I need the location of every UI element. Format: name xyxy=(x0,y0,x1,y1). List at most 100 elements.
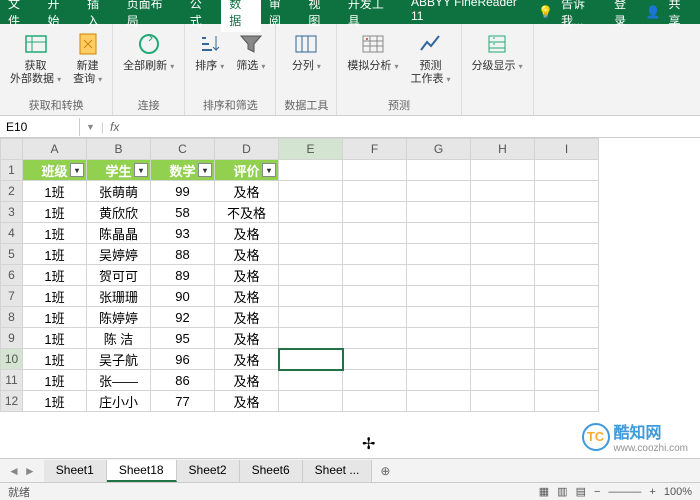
cell-B12[interactable]: 庄小小 xyxy=(87,391,151,412)
cell-C3[interactable]: 58 xyxy=(151,202,215,223)
cell[interactable] xyxy=(343,160,407,181)
cell-H8[interactable] xyxy=(471,307,535,328)
cell-F3[interactable] xyxy=(343,202,407,223)
dropdown-icon[interactable]: ▼ xyxy=(86,122,95,132)
cell-A10[interactable]: 1班 xyxy=(23,349,87,370)
cell-B4[interactable]: 陈晶晶 xyxy=(87,223,151,244)
filter-dropdown-icon[interactable]: ▾ xyxy=(262,163,276,177)
cell-C4[interactable]: 93 xyxy=(151,223,215,244)
cell[interactable] xyxy=(407,160,471,181)
row-header-3[interactable]: 3 xyxy=(1,202,23,223)
ribbon-btn-排序[interactable]: 排序 ▾ xyxy=(193,28,226,75)
fx-icon[interactable]: fx xyxy=(110,120,119,134)
sheet-tab-Sheet18[interactable]: Sheet18 xyxy=(107,460,177,482)
sheet-tab-Sheet ...[interactable]: Sheet ... xyxy=(303,460,373,482)
row-header-8[interactable]: 8 xyxy=(1,307,23,328)
cell-E6[interactable] xyxy=(279,265,343,286)
cell-E10[interactable] xyxy=(279,349,343,370)
cell[interactable] xyxy=(471,160,535,181)
cell-E9[interactable] xyxy=(279,328,343,349)
cell-E12[interactable] xyxy=(279,391,343,412)
cell-C11[interactable]: 86 xyxy=(151,370,215,391)
cell-G2[interactable] xyxy=(407,181,471,202)
cell-D6[interactable]: 及格 xyxy=(215,265,279,286)
row-header-12[interactable]: 12 xyxy=(1,391,23,412)
zoom-out-icon[interactable]: − xyxy=(594,486,600,498)
cell-F4[interactable] xyxy=(343,223,407,244)
cell-D7[interactable]: 及格 xyxy=(215,286,279,307)
cell-H3[interactable] xyxy=(471,202,535,223)
ribbon-btn-模拟分析[interactable]: 模拟分析 ▾ xyxy=(345,28,400,75)
cell-E4[interactable] xyxy=(279,223,343,244)
cell-F11[interactable] xyxy=(343,370,407,391)
cell-E7[interactable] xyxy=(279,286,343,307)
row-header-7[interactable]: 7 xyxy=(1,286,23,307)
cell-C12[interactable]: 77 xyxy=(151,391,215,412)
cell-F7[interactable] xyxy=(343,286,407,307)
cell-G5[interactable] xyxy=(407,244,471,265)
cell-I7[interactable] xyxy=(535,286,599,307)
tab-nav[interactable]: ◄ ► xyxy=(0,464,44,478)
tell-me[interactable]: 告诉我... xyxy=(561,0,606,29)
cell-G10[interactable] xyxy=(407,349,471,370)
cell-F12[interactable] xyxy=(343,391,407,412)
cell[interactable] xyxy=(535,160,599,181)
cell-I5[interactable] xyxy=(535,244,599,265)
row-header-4[interactable]: 4 xyxy=(1,223,23,244)
cell-F5[interactable] xyxy=(343,244,407,265)
cell-F10[interactable] xyxy=(343,349,407,370)
col-header-I[interactable]: I xyxy=(535,139,599,160)
table-header-数学[interactable]: 数学▾ xyxy=(151,160,215,181)
row-header-10[interactable]: 10 xyxy=(1,349,23,370)
cell-A2[interactable]: 1班 xyxy=(23,181,87,202)
cell-B11[interactable]: 张—— xyxy=(87,370,151,391)
filter-dropdown-icon[interactable]: ▾ xyxy=(198,163,212,177)
cell-H5[interactable] xyxy=(471,244,535,265)
cell-B9[interactable]: 陈 洁 xyxy=(87,328,151,349)
table-header-学生[interactable]: 学生▾ xyxy=(87,160,151,181)
cell-A6[interactable]: 1班 xyxy=(23,265,87,286)
cell-B5[interactable]: 吴婷婷 xyxy=(87,244,151,265)
cell-A4[interactable]: 1班 xyxy=(23,223,87,244)
col-header-B[interactable]: B xyxy=(87,139,151,160)
cell-D12[interactable]: 及格 xyxy=(215,391,279,412)
cell-E5[interactable] xyxy=(279,244,343,265)
row-header-2[interactable]: 2 xyxy=(1,181,23,202)
cell-C6[interactable]: 89 xyxy=(151,265,215,286)
cell-I12[interactable] xyxy=(535,391,599,412)
cell-G11[interactable] xyxy=(407,370,471,391)
ribbon-btn-分列[interactable]: 分列 ▾ xyxy=(290,28,323,75)
cell-F9[interactable] xyxy=(343,328,407,349)
col-header-C[interactable]: C xyxy=(151,139,215,160)
cell-H7[interactable] xyxy=(471,286,535,307)
ribbon-btn-获取外部数据[interactable]: 获取外部数据 ▾ xyxy=(8,28,63,88)
cell-B2[interactable]: 张萌萌 xyxy=(87,181,151,202)
cell-E8[interactable] xyxy=(279,307,343,328)
cell-B6[interactable]: 贺可可 xyxy=(87,265,151,286)
col-header-H[interactable]: H xyxy=(471,139,535,160)
cell-C10[interactable]: 96 xyxy=(151,349,215,370)
cell-F8[interactable] xyxy=(343,307,407,328)
name-box[interactable]: E10 xyxy=(0,118,80,136)
zoom-slider[interactable]: ——— xyxy=(608,486,641,498)
table-header-评价[interactable]: 评价▾ xyxy=(215,160,279,181)
col-header-E[interactable]: E xyxy=(279,139,343,160)
row-header-6[interactable]: 6 xyxy=(1,265,23,286)
cell-A12[interactable]: 1班 xyxy=(23,391,87,412)
cell-H6[interactable] xyxy=(471,265,535,286)
cell-C7[interactable]: 90 xyxy=(151,286,215,307)
cell-D5[interactable]: 及格 xyxy=(215,244,279,265)
prev-sheet-icon[interactable]: ◄ xyxy=(8,464,20,478)
col-header-G[interactable]: G xyxy=(407,139,471,160)
ribbon-btn-预测工作表[interactable]: 预测工作表 ▾ xyxy=(408,28,452,88)
cell-A9[interactable]: 1班 xyxy=(23,328,87,349)
cell-D9[interactable]: 及格 xyxy=(215,328,279,349)
cell-I11[interactable] xyxy=(535,370,599,391)
cell-E3[interactable] xyxy=(279,202,343,223)
cell-E2[interactable] xyxy=(279,181,343,202)
view-pagebreak-icon[interactable]: ▤ xyxy=(576,485,586,498)
cell-C2[interactable]: 99 xyxy=(151,181,215,202)
cell-D4[interactable]: 及格 xyxy=(215,223,279,244)
cell-I3[interactable] xyxy=(535,202,599,223)
col-header-F[interactable]: F xyxy=(343,139,407,160)
